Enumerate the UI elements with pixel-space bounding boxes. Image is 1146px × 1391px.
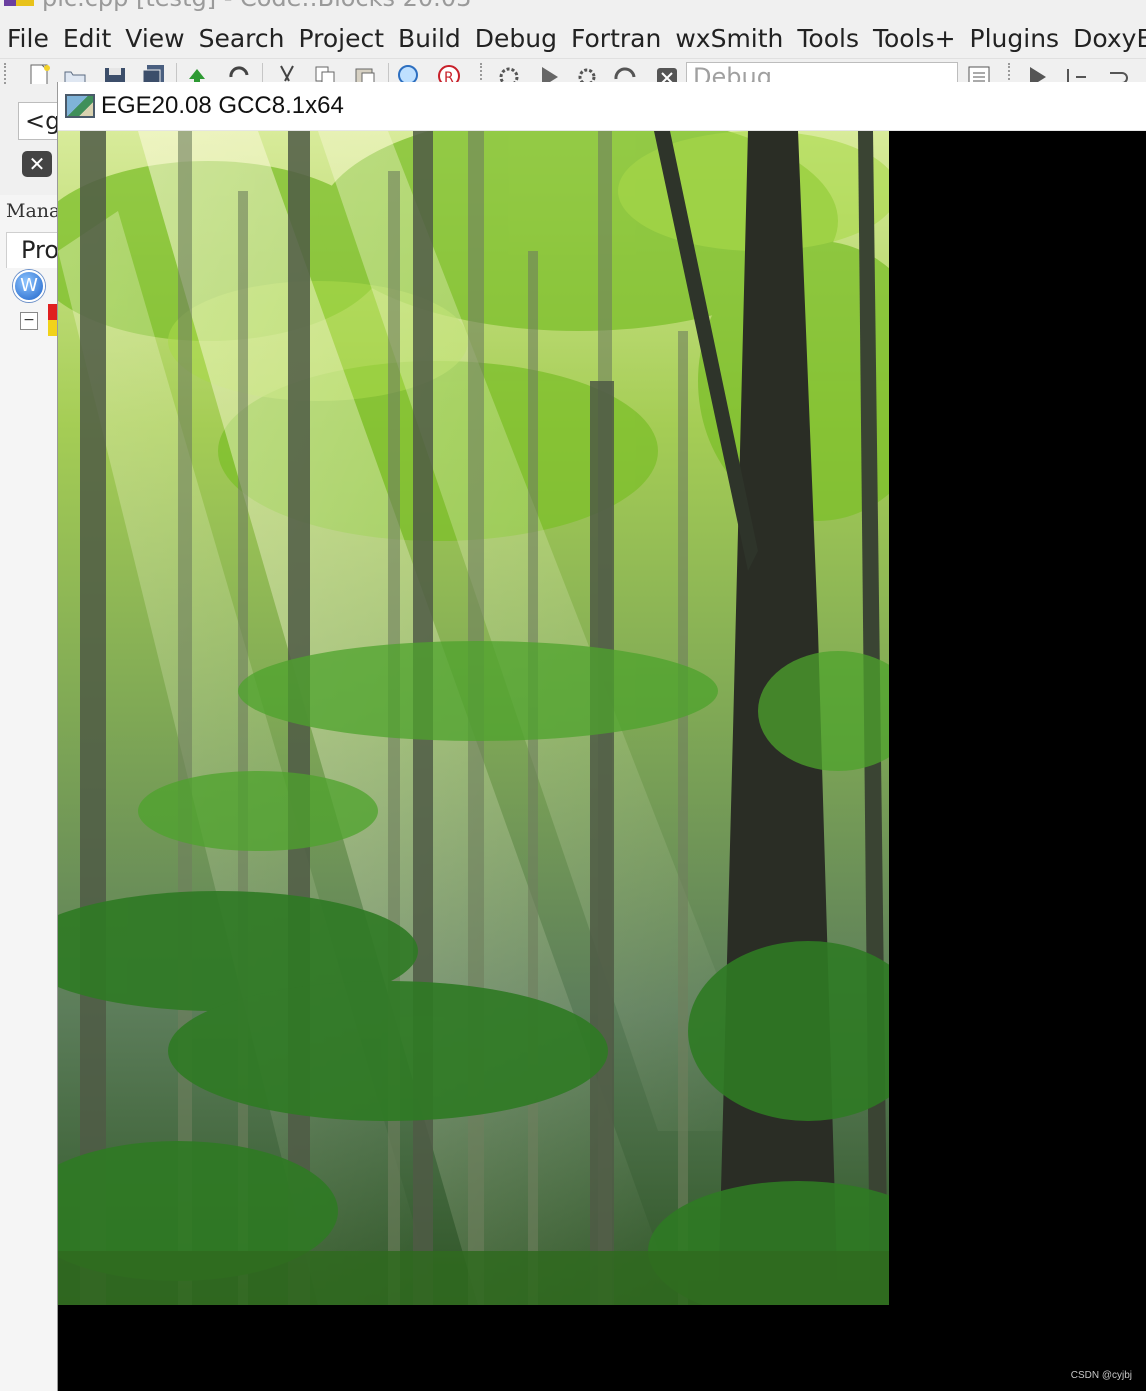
codeblocks-app-icon bbox=[4, 0, 34, 6]
next-line-icon[interactable] bbox=[1106, 63, 1132, 84]
main-toolbar: R bbox=[0, 58, 1146, 84]
build-log-icon[interactable] bbox=[966, 63, 992, 84]
menu-project[interactable]: Project bbox=[291, 24, 391, 53]
redo-icon[interactable] bbox=[226, 63, 252, 84]
menu-file[interactable]: File bbox=[0, 24, 56, 53]
new-file-icon[interactable] bbox=[26, 63, 52, 84]
ege-window-title: EGE20.08 GCC8.1x64 bbox=[101, 92, 344, 119]
copy-icon[interactable] bbox=[312, 63, 338, 84]
build-gear-icon[interactable] bbox=[496, 63, 522, 84]
build-and-run-icon[interactable] bbox=[574, 63, 600, 84]
menu-plugins[interactable]: Plugins bbox=[963, 24, 1067, 53]
rebuild-icon[interactable] bbox=[612, 63, 638, 84]
toolbar-grip[interactable] bbox=[4, 63, 7, 84]
project-icon bbox=[48, 304, 58, 336]
paste-icon[interactable] bbox=[352, 63, 378, 84]
menu-wxsmith[interactable]: wxSmith bbox=[668, 24, 790, 53]
toolbar-grip[interactable] bbox=[480, 63, 483, 84]
open-file-icon[interactable] bbox=[62, 63, 88, 84]
tab-projects[interactable]: Pro bbox=[6, 232, 66, 268]
menubar: File Edit View Search Project Build Debu… bbox=[0, 18, 1146, 58]
management-panel bbox=[0, 195, 60, 1391]
menu-doxyblocks[interactable]: DoxyBlocks bbox=[1066, 24, 1146, 53]
save-all-icon[interactable] bbox=[140, 63, 166, 84]
cut-icon[interactable] bbox=[274, 63, 300, 84]
desktop: pic.cpp [testg] - Code::Blocks 20.03 Fil… bbox=[0, 0, 1146, 1391]
run-to-cursor-icon[interactable] bbox=[1064, 63, 1090, 84]
ide-title-text: pic.cpp [testg] - Code::Blocks 20.03 bbox=[42, 0, 471, 12]
menu-debug[interactable]: Debug bbox=[468, 24, 564, 53]
run-icon[interactable] bbox=[536, 63, 562, 84]
menu-tools-plus[interactable]: Tools+ bbox=[866, 24, 963, 53]
menu-edit[interactable]: Edit bbox=[56, 24, 118, 53]
menu-view[interactable]: View bbox=[118, 24, 191, 53]
ege-graphics-window: EGE20.08 GCC8.1x64 CSDN @cyjbj bbox=[58, 82, 1146, 1391]
menu-search[interactable]: Search bbox=[192, 24, 292, 53]
replace-icon[interactable]: R bbox=[436, 63, 462, 84]
toolbar-grip[interactable] bbox=[1008, 63, 1011, 84]
save-icon[interactable] bbox=[102, 63, 128, 84]
toolbar-separator bbox=[176, 63, 177, 84]
toolbar-separator bbox=[388, 63, 389, 84]
forest-image bbox=[58, 131, 889, 1305]
find-icon[interactable] bbox=[396, 63, 422, 84]
menu-build[interactable]: Build bbox=[391, 24, 468, 53]
workspace-home-icon[interactable]: W bbox=[13, 270, 45, 302]
jump-back-icon[interactable] bbox=[184, 63, 210, 84]
close-icon[interactable]: ✕ bbox=[22, 151, 52, 177]
abort-icon[interactable] bbox=[654, 63, 680, 84]
menu-fortran[interactable]: Fortran bbox=[564, 24, 668, 53]
toolbar-separator bbox=[262, 63, 263, 84]
watermark: CSDN @cyjbj bbox=[1070, 1370, 1132, 1381]
menu-tools[interactable]: Tools bbox=[790, 24, 866, 53]
ege-window-icon bbox=[65, 94, 95, 118]
workspace-initial: W bbox=[20, 275, 38, 296]
ide-titlebar: pic.cpp [testg] - Code::Blocks 20.03 bbox=[0, 0, 1146, 12]
ege-canvas: CSDN @cyjbj bbox=[58, 131, 1146, 1391]
ege-titlebar[interactable]: EGE20.08 GCC8.1x64 bbox=[58, 82, 1146, 131]
tree-collapse-icon[interactable]: − bbox=[20, 312, 38, 330]
debug-run-icon[interactable] bbox=[1024, 63, 1050, 84]
